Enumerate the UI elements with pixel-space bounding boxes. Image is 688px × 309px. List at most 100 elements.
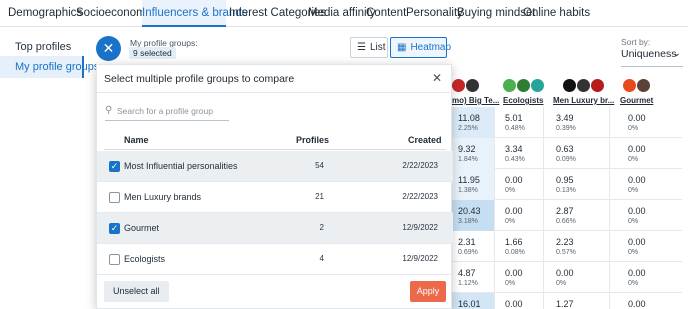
- brand-logo-icon: [466, 79, 479, 92]
- row-profiles: 2: [319, 223, 324, 232]
- cell-value: 16.01: [458, 299, 481, 309]
- close-icon[interactable]: ✕: [96, 36, 121, 61]
- cell-value: 0.00: [628, 175, 646, 185]
- modal-title: Select multiple profile groups to compar…: [104, 73, 295, 85]
- brand-logo-icon: [503, 79, 516, 92]
- tab-media-affinity[interactable]: Media affinity: [308, 0, 376, 27]
- heatmap-cell: 0.00 0%: [495, 262, 543, 293]
- sort-underline: [621, 66, 683, 67]
- brand-logo-icon: [591, 79, 604, 92]
- checkbox[interactable]: [109, 254, 120, 265]
- cell-percent: 0.08%: [505, 249, 525, 256]
- heatmap-cell: 4.87 1.12%: [452, 262, 494, 293]
- heatmap-cell: 1.66 0.08%: [495, 231, 543, 262]
- cell-percent: 1.38%: [458, 187, 478, 194]
- table-row: 11.08 2.25% 5.01 0.48% 3.49 0.39% 0.00 0%: [452, 107, 682, 138]
- row-created: 2/22/2023: [402, 192, 438, 201]
- column-name-link[interactable]: Ecologists: [503, 96, 543, 105]
- tab-interest-categories[interactable]: Interest Categories: [229, 0, 326, 27]
- heatmap-cell: 1.270.23%: [544, 293, 609, 309]
- column-header-created[interactable]: Created: [408, 135, 442, 145]
- cell-value: 11.95: [458, 175, 480, 185]
- checkbox[interactable]: ✓: [109, 161, 120, 172]
- checkbox[interactable]: [109, 192, 120, 203]
- top-nav: Demographics Socioeconomics Influencers …: [0, 0, 688, 27]
- sidebar: Top profiles My profile groups: [0, 28, 99, 309]
- table-row[interactable]: ✓ Gourmet 2 12/9/2022: [97, 213, 453, 244]
- cell-percent: 0%: [505, 280, 516, 287]
- row-created: 2/22/2023: [402, 161, 438, 170]
- close-icon[interactable]: ✕: [432, 71, 442, 85]
- brand-logo-icon: [577, 79, 590, 92]
- tab-socioeconomics[interactable]: Socioeconomics: [76, 0, 160, 27]
- heatmap-view-label: Heatmap: [410, 42, 452, 53]
- cell-value: 2.23: [556, 237, 574, 247]
- heatmap-cell: 11.95 1.38%: [452, 169, 494, 200]
- search-input[interactable]: [117, 103, 227, 119]
- cell-value: 5.01: [505, 113, 523, 123]
- cell-percent: 0%: [628, 156, 639, 163]
- heatmap-cell: 2.87 0.66%: [544, 200, 609, 231]
- cell-percent: 0%: [556, 280, 567, 287]
- heatmap-cell: 2.31 0.69%: [452, 231, 494, 262]
- list-view-label: List: [369, 42, 386, 53]
- heatmap-cell: 0.000%: [610, 293, 670, 309]
- cell-value: 0.00: [556, 268, 574, 278]
- cell-value: 0.00: [505, 268, 523, 278]
- table-row[interactable]: ✓ Most Influential personalities 54 2/22…: [97, 151, 453, 182]
- table-row[interactable]: Men Luxury brands 21 2/22/2023: [97, 182, 453, 213]
- list-icon: ☰: [357, 42, 366, 53]
- cell-percent: 3.18%: [458, 218, 478, 225]
- cell-percent: 0.39%: [556, 125, 576, 132]
- list-view-button[interactable]: ☰ List: [350, 37, 388, 58]
- cell-value: 0.63: [556, 144, 574, 154]
- grid-divider: [609, 107, 610, 309]
- heatmap-cell: 0.000%: [610, 138, 670, 169]
- tab-online-habits[interactable]: Online habits: [523, 0, 590, 27]
- brand-logo-icon: [637, 79, 650, 92]
- tab-influencers-brands[interactable]: Influencers & brands: [142, 0, 247, 27]
- cell-percent: 0.66%: [556, 218, 576, 225]
- heatmap-view-button[interactable]: ▦ Heatmap: [390, 37, 451, 58]
- sort-value: Uniqueness: [621, 48, 677, 60]
- heatmap-cell: 0.000%: [495, 200, 543, 231]
- checkbox[interactable]: ✓: [109, 223, 120, 234]
- cell-value: 2.31: [458, 237, 476, 247]
- column-name-link[interactable]: mo) Big Te...: [452, 96, 499, 105]
- cell-value: 1.27: [556, 299, 574, 309]
- table-row[interactable]: Ecologists 4 12/9/2022: [97, 244, 453, 275]
- tab-content[interactable]: Content: [366, 0, 406, 27]
- heatmap-cell: 3.34 0.43%: [495, 138, 543, 169]
- unselect-all-button[interactable]: Unselect all: [104, 281, 169, 302]
- column-name-link[interactable]: Gourmet: [620, 96, 653, 105]
- cell-value: 2.87: [556, 206, 574, 216]
- column-header-name[interactable]: Name: [124, 135, 149, 145]
- heatmap-cell: 0.000%: [610, 200, 670, 231]
- column-name-link[interactable]: Men Luxury br...: [553, 96, 614, 105]
- cell-value: 0.00: [628, 268, 646, 278]
- sidebar-item-top-profiles[interactable]: Top profiles: [0, 36, 84, 58]
- tab-personality[interactable]: Personality: [406, 0, 463, 27]
- apply-button[interactable]: Apply: [410, 281, 446, 302]
- heatmap-cell: 11.08 2.25%: [452, 107, 494, 138]
- cell-percent: 0%: [628, 218, 639, 225]
- row-profiles: 21: [315, 192, 324, 201]
- heatmap-cell: 16.013.09%: [452, 293, 494, 309]
- heatmap-cell: 0.000%: [610, 169, 670, 200]
- heatmap-cell: 5.01 0.48%: [495, 107, 543, 138]
- column-header-profiles[interactable]: Profiles: [296, 135, 329, 145]
- column-logos: [452, 79, 480, 95]
- cell-percent: 0.09%: [556, 156, 576, 163]
- cell-value: 20.43: [458, 206, 481, 216]
- brand-logo-icon: [517, 79, 530, 92]
- sidebar-item-my-profile-groups[interactable]: My profile groups: [0, 56, 99, 78]
- sort-select[interactable]: Uniqueness ⌄: [621, 48, 683, 64]
- tab-demographics[interactable]: Demographics: [8, 0, 82, 27]
- cell-value: 11.08: [458, 113, 480, 123]
- table-row: 9.32 1.84% 3.34 0.43% 0.63 0.09% 0.00 0%: [452, 138, 682, 169]
- compare-modal: Select multiple profile groups to compar…: [96, 64, 453, 309]
- column-logos: [503, 79, 545, 95]
- sort-label: Sort by:: [621, 37, 651, 47]
- tab-buying-mindset[interactable]: Buying mindset: [457, 0, 536, 27]
- cell-percent: 0.43%: [505, 156, 525, 163]
